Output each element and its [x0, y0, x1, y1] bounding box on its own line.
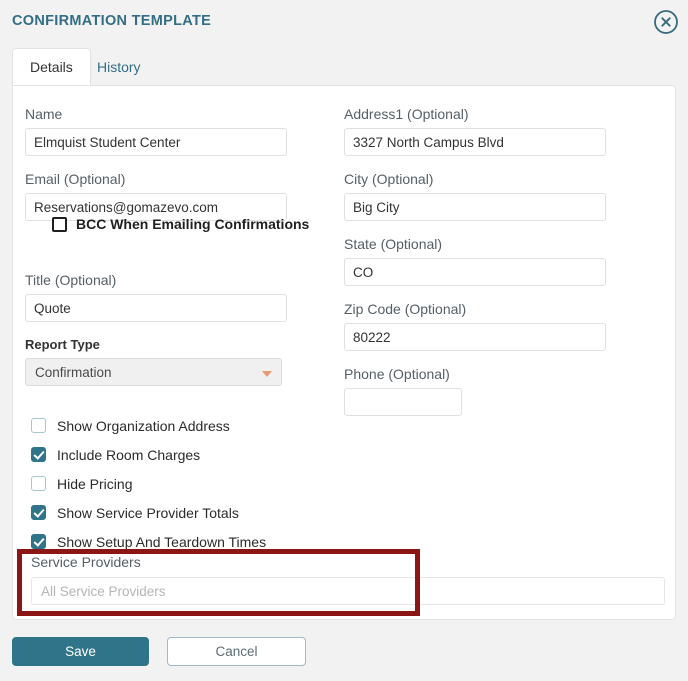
option-show-service-provider-totals[interactable]: Show Service Provider Totals [31, 498, 266, 527]
address1-input[interactable] [344, 128, 606, 156]
checkbox[interactable] [31, 418, 46, 433]
option-label: Hide Pricing [57, 475, 133, 492]
cancel-button[interactable]: Cancel [167, 637, 306, 666]
zip-label: Zip Code (Optional) [344, 301, 467, 317]
zip-input[interactable] [344, 323, 606, 351]
field-zip: Zip Code (Optional) [344, 301, 644, 351]
name-label: Name [25, 106, 63, 122]
checkbox[interactable] [31, 476, 46, 491]
field-name: Name [25, 106, 325, 156]
option-show-organization-address[interactable]: Show Organization Address [31, 411, 266, 440]
tab-history[interactable]: History [79, 48, 159, 86]
city-label: City (Optional) [344, 171, 434, 187]
title-label: Title (Optional) [25, 272, 117, 288]
modal-header: CONFIRMATION TEMPLATE [0, 0, 688, 46]
checkbox[interactable] [31, 534, 46, 549]
option-hide-pricing[interactable]: Hide Pricing [31, 469, 266, 498]
chevron-down-icon [262, 371, 272, 377]
city-input[interactable] [344, 193, 606, 221]
state-label: State (Optional) [344, 236, 443, 252]
service-providers-input[interactable] [31, 577, 665, 605]
service-providers-label: Service Providers [31, 554, 141, 570]
email-label: Email (Optional) [25, 171, 126, 187]
phone-input[interactable] [344, 388, 462, 416]
left-column: Name Email (Optional) Title (Optional) R… [25, 106, 325, 401]
page-title: CONFIRMATION TEMPLATE [12, 13, 212, 29]
bcc-label: BCC When Emailing Confirmations [76, 216, 310, 232]
details-panel: Name Email (Optional) Title (Optional) R… [12, 85, 676, 620]
report-type-value: Confirmation [35, 365, 112, 380]
close-icon[interactable] [652, 8, 680, 36]
phone-label: Phone (Optional) [344, 366, 450, 382]
checkbox[interactable] [31, 505, 46, 520]
bcc-checkbox[interactable] [52, 216, 67, 232]
field-address1: Address1 (Optional) [344, 106, 644, 156]
name-input[interactable] [25, 128, 287, 156]
field-state: State (Optional) [344, 236, 644, 286]
address1-label: Address1 (Optional) [344, 106, 469, 122]
option-show-setup-and-teardown-times[interactable]: Show Setup And Teardown Times [31, 527, 266, 556]
option-include-room-charges[interactable]: Include Room Charges [31, 440, 266, 469]
title-input[interactable] [25, 294, 287, 322]
checkbox[interactable] [31, 447, 46, 462]
field-report-type: Report Type Confirmation [25, 337, 325, 386]
option-label: Show Setup And Teardown Times [57, 533, 267, 550]
report-type-select[interactable]: Confirmation [25, 358, 282, 386]
options-checkbox-list: Show Organization Address Include Room C… [31, 411, 266, 556]
option-label: Include Room Charges [57, 446, 201, 463]
field-email: Email (Optional) [25, 171, 325, 221]
service-providers-block: Service Providers [31, 554, 665, 605]
right-column: Address1 (Optional) City (Optional) Stat… [344, 106, 644, 431]
field-phone: Phone (Optional) [344, 366, 644, 416]
option-label: Show Organization Address [57, 417, 230, 434]
option-label: Show Service Provider Totals [57, 504, 239, 521]
save-button[interactable]: Save [12, 637, 149, 666]
bcc-checkbox-row[interactable]: BCC When Emailing Confirmations [52, 216, 309, 232]
field-title: Title (Optional) [25, 272, 325, 322]
tab-strip: Details History [0, 48, 688, 86]
field-city: City (Optional) [344, 171, 644, 221]
report-type-label: Report Type [25, 337, 100, 352]
state-input[interactable] [344, 258, 606, 286]
